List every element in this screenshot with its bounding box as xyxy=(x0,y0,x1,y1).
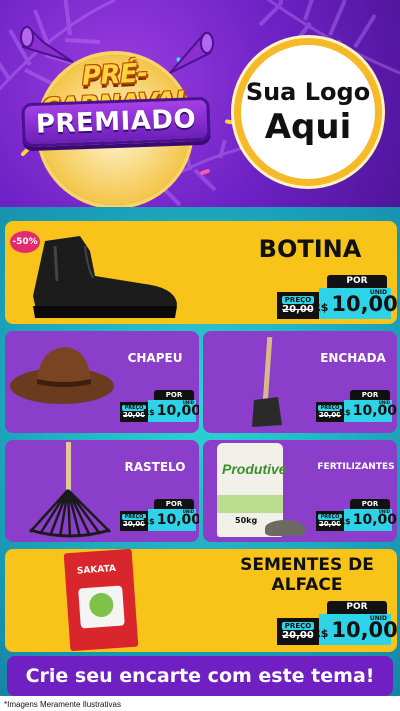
logo-text-line2: Aqui xyxy=(264,107,352,147)
preco-label: PREÇO xyxy=(281,622,315,630)
currency: R$ xyxy=(338,517,351,526)
product-card-chapeu: CHAPEU POR PREÇO 20,00 R$ 10,00 UNID xyxy=(5,331,199,433)
unit-label: UNID xyxy=(182,509,194,514)
price-value: 10,00 xyxy=(156,403,199,419)
unit-label: UNID xyxy=(182,400,194,405)
logo-text-line1: Sua Logo xyxy=(245,78,371,106)
product-card-botina: BOTINA POR PREÇO 20,00 R$ 10,00 UNID xyxy=(5,221,397,324)
party-horn-icon xyxy=(20,25,74,63)
por-label: POR xyxy=(350,499,390,509)
product-name: RASTELO xyxy=(124,460,186,474)
currency: R$ xyxy=(312,627,329,640)
product-name: ENCHADA xyxy=(320,351,386,365)
old-price: 20,00 xyxy=(318,520,342,528)
por-label: POR xyxy=(154,390,194,400)
currency: R$ xyxy=(312,301,329,314)
price-value: 10,00 xyxy=(156,512,199,528)
unit-label: UNID xyxy=(369,615,387,622)
product-name: CHAPEU xyxy=(127,351,183,365)
hoe-icon xyxy=(252,336,282,427)
price-value: 10,00 xyxy=(331,618,397,642)
price-tag: POR PREÇO 20,00 R$ 10,00 UNID xyxy=(316,390,397,422)
preco-label: PREÇO xyxy=(281,296,315,304)
soil-pile xyxy=(265,520,305,536)
por-label: POR xyxy=(350,390,390,400)
rake-icon xyxy=(29,442,111,538)
packet-brand: SAKATA xyxy=(76,563,117,577)
bag-brand: Produtive xyxy=(222,461,287,477)
product-name: FERTILIZANTES xyxy=(317,462,395,472)
product-name-line1: SEMENTES DE xyxy=(240,555,374,575)
por-label: POR xyxy=(327,275,387,288)
cta-banner: Crie seu encarte com este tema! xyxy=(7,656,393,696)
old-price: 20,00 xyxy=(122,411,146,419)
old-price: 20,00 xyxy=(122,520,146,528)
unit-label: UNID xyxy=(369,289,387,296)
product-name-line2: ALFACE xyxy=(271,575,343,595)
price-value: 10,00 xyxy=(331,292,397,316)
disclaimer-text: *Imagens Meramente Ilustrativas xyxy=(4,700,121,709)
old-price: 20,00 xyxy=(282,630,314,641)
por-label: POR xyxy=(154,499,194,509)
product-card-enchada: ENCHADA POR PREÇO 20,00 R$ 10,00 UNID xyxy=(203,331,397,433)
price-tag: POR PREÇO 20,00 R$ 10,00 UNID xyxy=(277,601,397,645)
price-tag: POR PREÇO 20,00 R$ 10,00 UNID xyxy=(120,390,199,422)
currency: R$ xyxy=(142,517,155,526)
price-tag: POR PREÇO 20,00 R$ 10,00 UNID xyxy=(277,275,397,319)
unit-label: UNID xyxy=(378,400,390,405)
product-card-sementes: SAKATA SEMENTES DE ALFACE POR PREÇO 20,0… xyxy=(5,549,397,652)
bag-weight: 50kg xyxy=(235,516,258,525)
title-line2: PREMIADO xyxy=(21,96,211,148)
hat-icon xyxy=(10,347,114,404)
por-label: POR xyxy=(327,601,387,614)
price-tag: POR PREÇO 20,00 R$ 10,00 UNID xyxy=(316,499,397,531)
currency: R$ xyxy=(142,408,155,417)
product-name: SEMENTES DE ALFACE xyxy=(227,555,387,595)
price-value: 10,00 xyxy=(352,512,397,528)
boot-icon xyxy=(33,236,177,318)
logo-placeholder: Sua Logo Aqui xyxy=(234,38,382,186)
seed-packet-icon: SAKATA xyxy=(63,549,139,652)
product-card-rastelo: RASTELO POR PREÇO 20,00 R$ 10,00 UNID xyxy=(5,440,199,542)
header-banner: PRÉ-CARNAVAL PREMIADO Sua Logo Aqui xyxy=(0,0,400,207)
product-card-fertilizantes: Produtive 50kg FERTILIZANTES POR PREÇO 2… xyxy=(203,440,397,542)
price-tag: POR PREÇO 20,00 R$ 10,00 UNID xyxy=(120,499,199,531)
confetti xyxy=(20,147,30,157)
price-value: 10,00 xyxy=(352,403,397,419)
currency: R$ xyxy=(338,408,351,417)
old-price: 20,00 xyxy=(282,304,314,315)
product-name: BOTINA xyxy=(258,235,362,263)
old-price: 20,00 xyxy=(318,411,342,419)
discount-badge: -50% xyxy=(10,231,40,253)
unit-label: UNID xyxy=(378,509,390,514)
